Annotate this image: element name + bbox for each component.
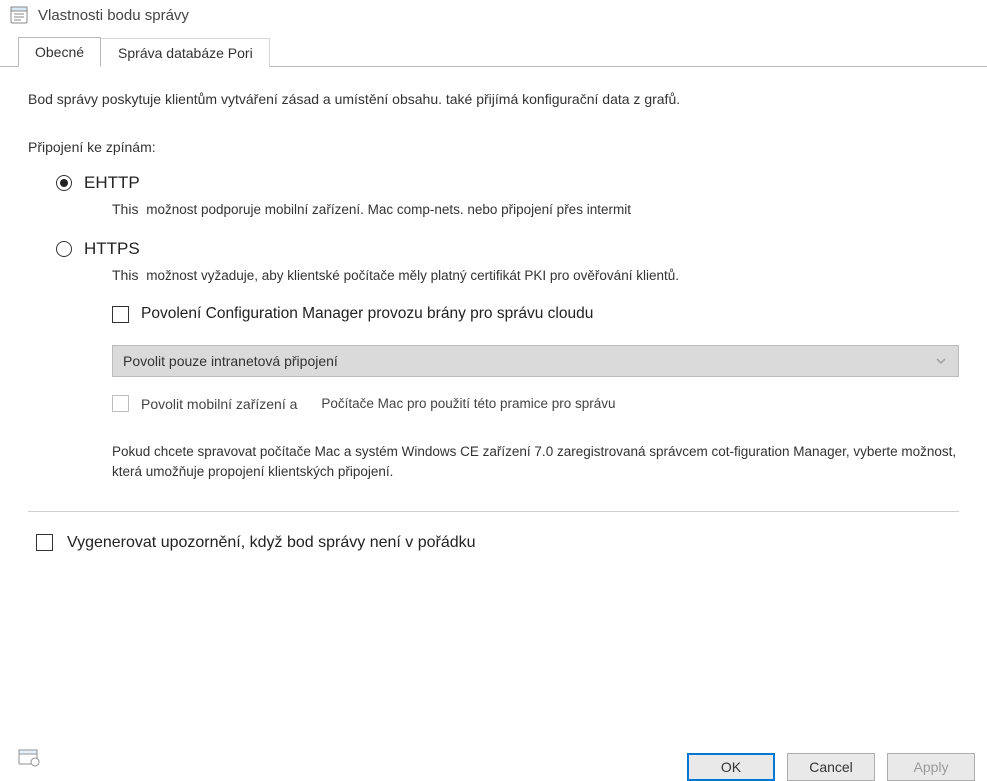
apply-button[interactable]: Apply [887, 753, 975, 781]
https-sub-section: Povolení Configuration Manager provozu b… [56, 305, 959, 483]
connections-label: Připojení ke zpínám: [28, 139, 959, 155]
chevron-down-icon [934, 354, 948, 368]
divider [28, 511, 959, 512]
https-desc-text: možnost vyžaduje, aby klientské počítače… [146, 268, 679, 283]
ehttp-desc-text: možnost podporuje mobilní zařízení. Mac … [146, 202, 631, 217]
tabs-row: Obecné Správa databáze Pori [0, 34, 987, 66]
radio-ehttp[interactable] [56, 175, 72, 191]
radio-https[interactable] [56, 241, 72, 257]
panel-description: Bod správy poskytuje klientům vytváření … [28, 91, 959, 107]
radio-ehttp-desc: This možnost podporuje mobilní zařízení.… [84, 201, 959, 217]
connection-scope-value: Povolit pouze intranetová připojení [123, 353, 338, 369]
ok-button[interactable]: OK [687, 753, 775, 781]
tab-panel-general: Bod správy poskytuje klientům vytváření … [0, 66, 987, 562]
connection-scope-dropdown[interactable]: Povolit pouze intranetová připojení [112, 345, 959, 377]
tab-general[interactable]: Obecné [18, 37, 101, 67]
connections-radio-group: EHTTP This možnost podporuje mobilní zař… [28, 173, 959, 483]
titlebar: Vlastnosti bodu správy [0, 0, 987, 34]
generate-alert-checkbox[interactable] [36, 534, 53, 551]
radio-https-label: HTTPS [84, 239, 140, 259]
mac-note: Pokud chcete spravovat počítače Mac a sy… [112, 442, 959, 483]
generate-alert-row[interactable]: Vygenerovat upozornění, když bod správy … [28, 534, 959, 552]
allow-mobile-primary: Povolit mobilní zařízení a [141, 396, 297, 412]
https-desc-lead: This [112, 267, 138, 283]
allow-cmg-row[interactable]: Povolení Configuration Manager provozu b… [112, 305, 959, 323]
generate-alert-label: Vygenerovat upozornění, když bod správy … [67, 534, 476, 552]
radio-https-desc: This možnost vyžaduje, aby klientské poč… [84, 267, 959, 283]
cancel-button[interactable]: Cancel [787, 753, 875, 781]
window-icon [10, 6, 28, 24]
allow-cmg-label: Povolení Configuration Manager provozu b… [141, 305, 593, 323]
allow-mobile-row[interactable]: Povolit mobilní zařízení a Počítače Mac … [112, 395, 959, 412]
window-title: Vlastnosti bodu správy [38, 7, 189, 24]
dialog-buttons: OK Cancel Apply [687, 739, 975, 767]
tab-database[interactable]: Správa databáze Pori [101, 38, 270, 67]
allow-cmg-checkbox[interactable] [112, 306, 129, 323]
bottom-bar: OK Cancel Apply [0, 735, 987, 767]
radio-ehttp-label: EHTTP [84, 173, 140, 193]
ehttp-desc-lead: This [112, 201, 138, 217]
radio-ehttp-row[interactable]: EHTTP [56, 173, 959, 193]
properties-icon [18, 747, 40, 767]
radio-https-row[interactable]: HTTPS [56, 239, 959, 259]
allow-mobile-secondary: Počítače Mac pro použití této pramice pr… [321, 396, 615, 411]
allow-mobile-checkbox[interactable] [112, 395, 129, 412]
